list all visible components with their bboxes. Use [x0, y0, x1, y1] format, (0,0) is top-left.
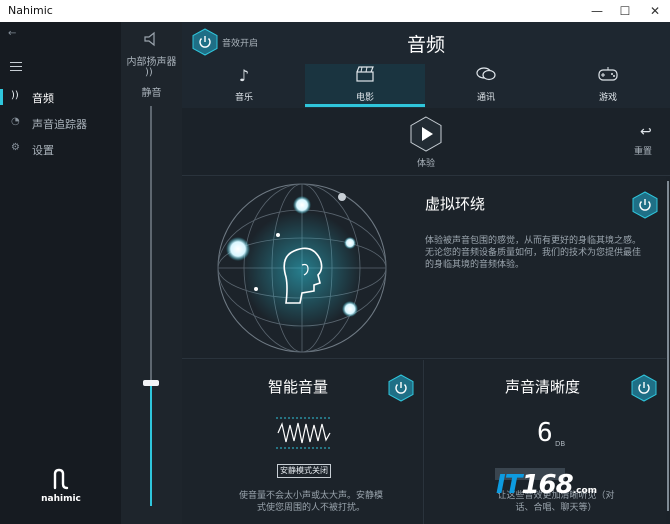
sound-waves-icon[interactable]: ))	[145, 67, 153, 78]
smart-volume-desc-line: 式使您周围的人不被打扰。	[256, 503, 365, 513]
power-icon	[388, 374, 414, 402]
virtual-surround-panel: 虚拟环绕 体验被声音包围的感觉，从而有更好的身临其境之感。 无论您的音频设备质量…	[182, 177, 666, 359]
close-button[interactable]: ✕	[640, 0, 670, 22]
sidebar-item-label: 声音追踪器	[32, 118, 87, 131]
surround-sphere-graphic	[217, 183, 387, 353]
surround-desc-line: 无论您的音频设备质量如何，我们的技术为您提供最佳	[425, 248, 642, 258]
play-icon	[410, 116, 442, 152]
play-label: 体验	[416, 159, 435, 169]
hamburger-menu-icon[interactable]	[10, 62, 22, 71]
power-icon	[632, 191, 658, 219]
clarity-unit: DB	[555, 440, 566, 448]
smart-volume-description: 使音量不会太小声或太大声。安静模 式使您周围的人不被打扰。	[226, 490, 396, 514]
clarity-power-button[interactable]	[631, 374, 657, 402]
sidebar-item-audio[interactable]: )) 音频	[0, 86, 121, 108]
sidebar-item-label: 设置	[32, 144, 54, 157]
device-label: 内部扬声器	[126, 57, 177, 68]
tab-communication[interactable]: 通讯	[426, 64, 546, 108]
surround-desc-line: 体验被声音包围的感觉，从而有更好的身临其境之感。	[425, 236, 642, 246]
clarity-desc-line: 话、合唱、聊天等）	[515, 503, 597, 513]
maximize-button[interactable]: ☐	[610, 0, 640, 22]
tab-label: 通讯	[476, 93, 495, 103]
scrollbar[interactable]	[666, 177, 670, 524]
reset-label[interactable]: 重置	[634, 144, 652, 157]
audio-wave-icon: ))	[11, 90, 19, 101]
gamepad-icon	[548, 66, 668, 86]
quiet-mode-button[interactable]: 安静模式关闭	[277, 464, 331, 478]
tab-label: 音乐	[234, 93, 253, 103]
sidebar-item-label: 音频	[32, 92, 54, 105]
smart-volume-title: 智能音量	[268, 378, 329, 396]
clarity-title: 声音清晰度	[505, 378, 581, 396]
gear-icon: ⚙	[11, 142, 20, 153]
main-header: 音效开启 音频 ♪ 音乐 电影 通讯 游戏	[182, 22, 670, 108]
sidebar: ← )) 音频 ◔ 声音追踪器 ⚙ 设置 nahimic	[0, 22, 121, 524]
surround-desc-line: 的身临其境的音频体验。	[425, 260, 525, 270]
sound-tracker-icon: ◔	[11, 116, 20, 127]
smart-volume-power-button[interactable]	[388, 374, 414, 402]
power-icon	[631, 374, 657, 402]
smart-volume-panel: 智能音量 安静模式关闭 使音量不会太小声或太大声。安静模 式使您周围的人不被打扰…	[182, 360, 424, 524]
sidebar-item-settings[interactable]: ⚙ 设置	[0, 138, 121, 160]
tab-game[interactable]: 游戏	[548, 64, 668, 108]
clarity-value: 6	[537, 418, 553, 448]
watermark-prefix: IT	[496, 470, 522, 500]
music-note-icon: ♪	[238, 66, 250, 85]
mute-label[interactable]: 静音	[121, 84, 182, 99]
tab-label: 电影	[355, 93, 374, 103]
scrollbar-thumb[interactable]	[667, 181, 669, 511]
watermark: IT168.com	[496, 470, 597, 500]
sidebar-item-sound-tracker[interactable]: ◔ 声音追踪器	[0, 112, 121, 134]
surround-title: 虚拟环绕	[425, 195, 486, 213]
nahimic-logo-text: nahimic	[41, 494, 81, 504]
watermark-suffix: .com	[572, 486, 598, 496]
action-bar: 体验 ↩ 重置	[182, 108, 670, 176]
main-content: 音效开启 音频 ♪ 音乐 电影 通讯 游戏 体验 ↩ 重置 虚拟环绕 体验被声音…	[182, 22, 670, 524]
title-bar: Nahimic — ☐ ✕	[0, 0, 670, 22]
reset-icon[interactable]: ↩	[640, 124, 652, 140]
smart-volume-desc-line: 使音量不会太小声或太大声。安静模	[238, 491, 383, 501]
volume-slider-fill	[150, 384, 152, 506]
tab-label: 游戏	[598, 93, 617, 103]
surround-description: 体验被声音包围的感觉，从而有更好的身临其境之感。 无论您的音频设备质量如何，我们…	[425, 235, 647, 271]
watermark-number: 168	[521, 470, 573, 500]
chat-bubble-icon	[426, 66, 546, 86]
minimize-button[interactable]: —	[582, 0, 612, 22]
volume-slider-thumb[interactable]	[143, 380, 159, 386]
tab-music[interactable]: ♪ 音乐	[184, 64, 304, 108]
page-title: 音频	[406, 34, 445, 56]
nahimic-logo: nahimic	[38, 468, 84, 504]
window-title: Nahimic	[8, 4, 53, 17]
back-arrow-icon[interactable]: ←	[8, 28, 16, 39]
speaker-icon	[144, 31, 155, 47]
tab-movie[interactable]: 电影	[305, 64, 425, 108]
clapperboard-icon	[305, 66, 425, 86]
volume-column: 内部扬声器 )) 静音	[121, 22, 182, 524]
play-button[interactable]	[410, 116, 442, 152]
surround-power-button[interactable]	[632, 191, 658, 219]
waveform-icon	[276, 417, 332, 449]
nahimic-logo-mark	[53, 468, 69, 490]
